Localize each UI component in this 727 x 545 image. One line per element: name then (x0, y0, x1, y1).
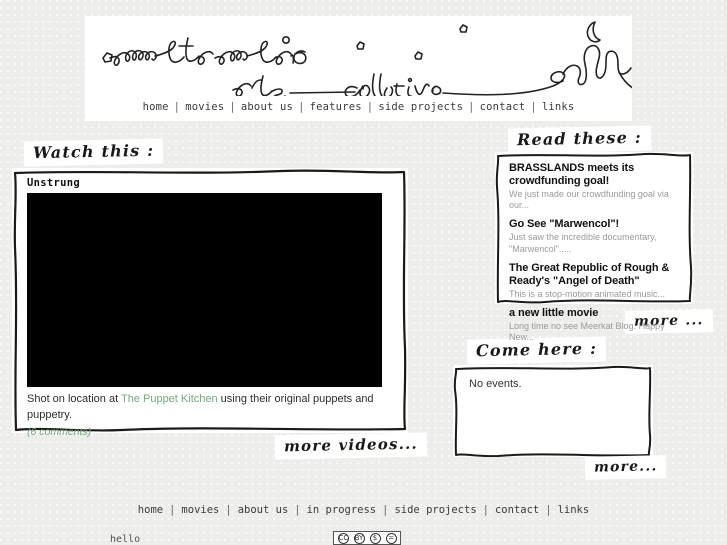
footer-navigation[interactable]: home | movies | about us | in progress | side pr… (0, 504, 727, 516)
blog-post[interactable]: a new little movie Long time no see Meer… (509, 307, 681, 343)
blog-panel: BRASSLANDS meets its crowdfunding goal! … (495, 152, 693, 342)
blog-post-title[interactable]: Go See "Marwencol"! (509, 218, 681, 231)
nav-separator: | (229, 101, 236, 113)
nav-separator: | (173, 101, 181, 113)
blog-post[interactable]: Go See "Marwencol"! Just saw the incredi… (509, 218, 681, 254)
watch-this-heading: Watch this : (23, 138, 164, 167)
video-title: Unstrung (27, 177, 80, 189)
creative-commons-badge[interactable]: CC BY $ = (333, 531, 401, 545)
cc-icon: CC (337, 532, 349, 544)
blog-post-list: BRASSLANDS meets its crowdfunding goal! … (509, 162, 681, 344)
video-caption: Shot on location at The Puppet Kitchen u… (27, 392, 399, 440)
site-logo[interactable] (85, 16, 632, 96)
events-panel: No events. (453, 365, 653, 457)
video-player[interactable] (27, 193, 382, 387)
site-header: home | movies | about us | features | side proje… (85, 16, 632, 121)
header-nav-contact[interactable]: contact (480, 101, 526, 113)
header-navigation[interactable]: home | movies | about us | features | side proje… (85, 101, 632, 113)
nav-separator: | (225, 504, 232, 516)
read-these-heading: Read these : (507, 125, 652, 154)
nav-separator: | (366, 101, 374, 113)
featured-video-panel: Unstrung Shot on location at The Puppet … (12, 168, 408, 438)
nav-separator: | (294, 504, 301, 516)
blog-post-title[interactable]: a new little movie (509, 307, 681, 320)
footer-credit-text: hello (110, 534, 141, 545)
blog-post-excerpt: Long time no see Meerkat Blog. Happy New… (509, 321, 665, 343)
footer-nav-side-projects[interactable]: side projects (394, 504, 476, 516)
cc-sharealike-icon: = (385, 532, 397, 544)
caption-text-before: Shot on location at (27, 393, 121, 405)
nav-separator: | (482, 504, 489, 516)
nav-separator: | (530, 101, 537, 113)
header-nav-links[interactable]: links (542, 101, 575, 113)
nav-separator: | (298, 101, 305, 113)
blog-post-excerpt: Just saw the incredible documentary, "Ma… (509, 232, 657, 254)
more-events-link[interactable]: more... (584, 455, 667, 480)
header-nav-side-projects[interactable]: side projects (378, 101, 463, 113)
blog-post-excerpt: We just made our crowdfunding goal via o… (509, 188, 669, 211)
cc-noncommercial-icon: $ (369, 532, 381, 544)
header-nav-movies[interactable]: movies (185, 101, 224, 113)
header-nav-home[interactable]: home (143, 101, 169, 113)
nav-separator: | (545, 504, 552, 516)
comments-link[interactable]: (6 comments) (27, 425, 399, 440)
nav-separator: | (382, 504, 389, 516)
puppet-kitchen-link[interactable]: The Puppet Kitchen (121, 393, 218, 405)
footer-nav-contact[interactable]: contact (495, 504, 539, 516)
footer-nav-links[interactable]: links (558, 504, 590, 516)
footer-nav-movies[interactable]: movies (181, 504, 219, 516)
footer-nav-about-us[interactable]: about us (238, 504, 289, 516)
nav-separator: | (169, 504, 176, 516)
blog-post[interactable]: The Great Republic of Rough & Ready's "A… (509, 262, 681, 300)
header-nav-about-us[interactable]: about us (241, 101, 293, 113)
blog-post-excerpt: This is a stop-motion animated music... (509, 288, 666, 299)
footer-nav-in-progress[interactable]: in progress (307, 504, 377, 516)
header-nav-features[interactable]: features (310, 101, 362, 113)
nav-separator: | (468, 101, 475, 113)
blog-post-title[interactable]: BRASSLANDS meets its crowdfunding goal! (509, 162, 681, 188)
blog-post-title[interactable]: The Great Republic of Rough & Ready's "A… (509, 262, 681, 288)
cc-by-icon: BY (353, 532, 365, 544)
events-empty-message: No events. (469, 378, 522, 390)
blog-post[interactable]: BRASSLANDS meets its crowdfunding goal! … (509, 162, 681, 211)
footer-nav-home[interactable]: home (138, 504, 163, 516)
